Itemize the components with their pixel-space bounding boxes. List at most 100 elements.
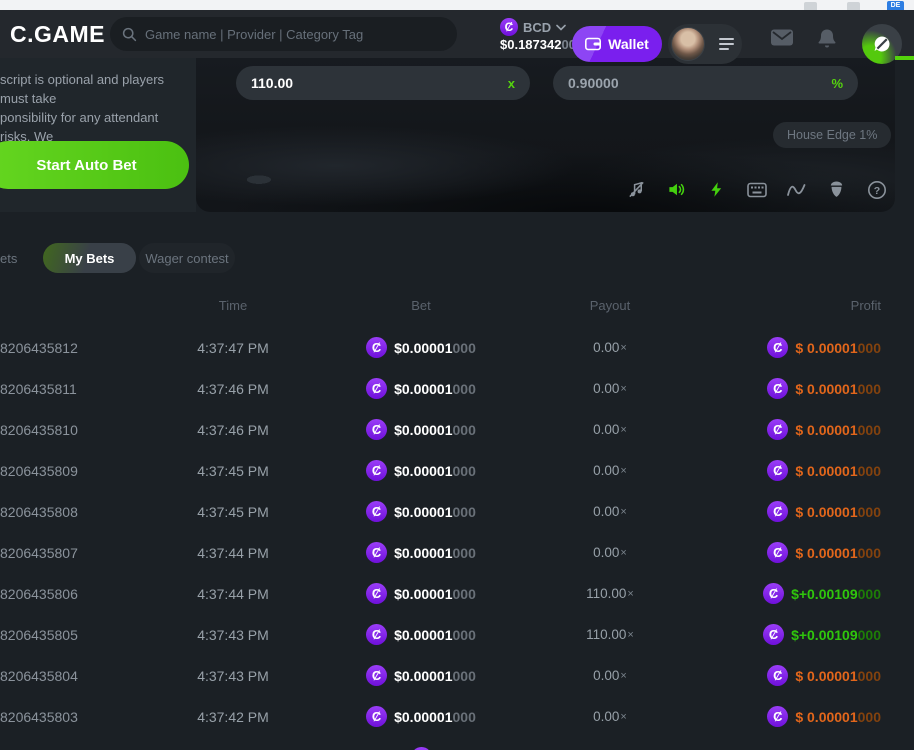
browser-extension-icon[interactable]	[804, 2, 817, 10]
bet-profit-cell: Ȼ$ 0.00001000	[767, 450, 881, 491]
bet-id: 8206435810	[0, 409, 78, 450]
bet-amount: $0.00001000	[394, 504, 476, 520]
table-row[interactable]: 82064358114:37:46 PMȻ$0.000010000.00×Ȼ$ …	[0, 368, 914, 409]
table-row[interactable]: 82064358074:37:44 PMȻ$0.000010000.00×Ȼ$ …	[0, 532, 914, 573]
table-row[interactable]: 82064358054:37:43 PMȻ$0.00001000110.00×Ȼ…	[0, 614, 914, 655]
bet-profit: $ 0.00001000	[795, 709, 881, 725]
bet-time: 4:37:43 PM	[150, 655, 316, 696]
bet-amount-cell: Ȼ	[326, 737, 516, 750]
bet-payout: 110.00×	[516, 614, 704, 655]
bet-payout: 110.00×	[516, 573, 704, 614]
win-chance-value: 0.90000	[568, 75, 619, 91]
percent-icon: %	[831, 76, 843, 91]
bet-amount: $0.00001000	[394, 340, 476, 356]
bet-id: 8206435812	[0, 327, 78, 368]
tab-my-bets[interactable]: My Bets	[43, 243, 136, 273]
coin-icon: Ȼ	[767, 378, 788, 399]
bets-table-header: Time Bet Payout Profit	[0, 298, 914, 316]
coin-icon: Ȼ	[763, 583, 784, 604]
bet-time: 4:37:46 PM	[150, 409, 316, 450]
start-auto-bet-button[interactable]: Start Auto Bet	[0, 141, 189, 189]
table-row[interactable]: 82064358064:37:44 PMȻ$0.00001000110.00×Ȼ…	[0, 573, 914, 614]
avatar[interactable]	[671, 27, 705, 61]
seed-acorn-icon[interactable]	[826, 179, 847, 200]
wallet-icon	[585, 37, 601, 51]
multiplier-symbol: ×	[620, 424, 626, 436]
payout-value: 110.00	[251, 75, 293, 91]
multiplier-symbol: ×	[627, 588, 633, 600]
bet-amount-cell: Ȼ$0.00001000	[326, 450, 516, 491]
help-question-icon[interactable]: ?	[866, 179, 887, 200]
tab-wager-contest[interactable]: Wager contest	[139, 243, 235, 273]
table-row[interactable]: 82064358044:37:43 PMȻ$0.000010000.00×Ȼ$ …	[0, 655, 914, 696]
multiplier-symbol: ×	[620, 711, 626, 723]
win-chance-input[interactable]: 0.90000 %	[553, 66, 858, 100]
bet-profit: $+0.00109000	[791, 586, 881, 602]
bet-id: 8206435805	[0, 614, 78, 655]
table-row[interactable]: 82064358084:37:45 PMȻ$0.000010000.00×Ȼ$ …	[0, 491, 914, 532]
bet-amount-cell: Ȼ$0.00001000	[326, 655, 516, 696]
table-row[interactable]: 82064358034:37:42 PMȻ$0.000010000.00×Ȼ$ …	[0, 696, 914, 737]
hotkeys-keyboard-icon[interactable]	[746, 179, 767, 200]
bet-amount: $0.00001000	[394, 381, 476, 397]
multiplier-symbol: ×	[620, 465, 626, 477]
bet-id: 8206435806	[0, 573, 78, 614]
browser-extension-badge[interactable]: DE	[887, 1, 904, 10]
bet-amount: $0.00001000	[394, 709, 476, 725]
table-row[interactable]: 82064358094:37:45 PMȻ$0.000010000.00×Ȼ$ …	[0, 450, 914, 491]
mail-envelope-icon[interactable]	[770, 28, 794, 47]
live-stats-curve-icon[interactable]	[786, 179, 807, 200]
search-input[interactable]	[145, 27, 445, 42]
bet-amount-cell: Ȼ$0.00001000	[326, 573, 516, 614]
wallet-button[interactable]: Wallet	[572, 26, 662, 62]
table-row[interactable]: 82064358124:37:47 PMȻ$0.000010000.00×Ȼ$ …	[0, 327, 914, 368]
bet-time: 4:37:45 PM	[150, 491, 316, 532]
notification-bell-icon[interactable]	[817, 28, 837, 49]
music-off-icon[interactable]	[626, 179, 647, 200]
coin-icon: Ȼ	[366, 501, 387, 522]
user-menu[interactable]	[668, 24, 742, 64]
currency-selector[interactable]: Ȼ BCD $0.18734200	[500, 18, 580, 52]
bet-amount-cell: Ȼ$0.00001000	[326, 368, 516, 409]
bet-time: 4:37:46 PM	[150, 368, 316, 409]
bet-profit: $ 0.00001000	[795, 545, 881, 561]
multiplier-x-icon: x	[508, 76, 515, 91]
payout-multiplier-input[interactable]: 110.00 x	[236, 66, 530, 100]
sound-on-icon[interactable]	[666, 179, 687, 200]
limbo-game-panel: script is optional and players must take…	[0, 58, 914, 212]
coin-icon: Ȼ	[767, 419, 788, 440]
bets-table-body: 82064358124:37:47 PMȻ$0.000010000.00×Ȼ$ …	[0, 327, 914, 750]
table-row[interactable]: 82064358104:37:46 PMȻ$0.000010000.00×Ȼ$ …	[0, 409, 914, 450]
bet-profit-cell: Ȼ$+0.00109000	[763, 614, 881, 655]
bet-amount-cell: Ȼ$0.00001000	[326, 614, 516, 655]
bet-id: 8206435809	[0, 450, 78, 491]
browser-profile-icon[interactable]	[847, 2, 860, 10]
multiplier-symbol: ×	[620, 547, 626, 559]
svg-text:?: ?	[873, 185, 879, 197]
bet-amount: $0.00001000	[394, 463, 476, 479]
bet-profit: $ 0.00001000	[795, 340, 881, 356]
tab-all-bets[interactable]: ets	[0, 243, 17, 273]
bet-payout: 0.00×	[516, 491, 704, 532]
bet-profit: $+0.00109000	[791, 627, 881, 643]
bet-time: 4:37:47 PM	[150, 327, 316, 368]
game-search[interactable]	[110, 17, 457, 51]
chevron-down-icon	[556, 24, 566, 31]
search-icon	[122, 27, 137, 42]
bet-profit-cell: Ȼ$ 0.00001000	[767, 409, 881, 450]
bets-tab-bar: ets My Bets Wager contest	[0, 243, 914, 273]
game-display-area: 110.00 x 0.90000 % House Edge 1%	[196, 58, 895, 212]
table-row[interactable]: Ȼ	[0, 737, 914, 750]
site-logo[interactable]: C.GAME	[10, 10, 105, 58]
bet-id: 8206435803	[0, 696, 78, 737]
bet-time: 4:37:45 PM	[150, 450, 316, 491]
bet-profit: $ 0.00001000	[795, 504, 881, 520]
col-header-time: Time	[150, 298, 316, 313]
turbo-bolt-icon[interactable]	[706, 179, 727, 200]
multiplier-symbol: ×	[620, 383, 626, 395]
bet-amount-cell: Ȼ $0.00001000	[326, 491, 516, 532]
bet-amount: $0.00001000	[394, 627, 476, 643]
bet-payout: 0.00×	[516, 409, 704, 450]
bet-profit-cell: Ȼ$ 0.00001000	[767, 655, 881, 696]
currency-code: BCD	[523, 20, 551, 35]
